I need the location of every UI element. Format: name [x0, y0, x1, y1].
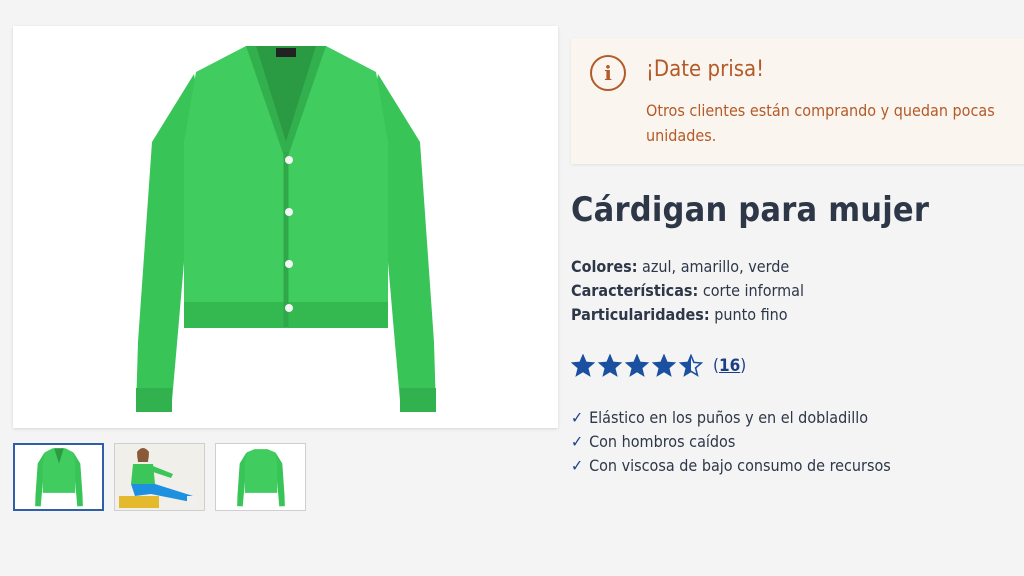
star-full-icon: [598, 354, 622, 377]
green-cardigan-illustration: [135, 46, 436, 412]
feature-text: Con viscosa de bajo consumo de recursos: [589, 456, 891, 475]
check-icon: ✓: [571, 408, 584, 427]
product-title: Cárdigan para mujer: [571, 190, 930, 230]
rating-stars: [571, 354, 703, 378]
star-full-icon: [571, 354, 595, 377]
spec-label: Características:: [571, 281, 699, 300]
thumbnail-back[interactable]: [215, 443, 306, 511]
spec-value: punto fino: [714, 305, 788, 324]
green-cardigan-thumbnail-icon: [34, 448, 83, 507]
feature-item: ✓ Con hombros caídos: [571, 430, 891, 454]
feature-list: ✓ Elástico en los puños y en el dobladill…: [571, 406, 891, 478]
feature-item: ✓ Elástico en los puños y en el dobladill…: [571, 406, 891, 430]
star-half-icon: [679, 354, 703, 377]
thumbnail-strip: [13, 443, 306, 511]
thumbnail-model[interactable]: [114, 443, 205, 511]
spec-particularities: Particularidades: punto fino: [571, 303, 804, 327]
green-cardigan-back-icon: [236, 449, 285, 507]
model-wearing-cardigan-icon: [115, 444, 204, 510]
spec-value: azul, amarillo, verde: [642, 257, 790, 276]
main-product-image[interactable]: [13, 26, 558, 428]
star-full-icon: [652, 354, 676, 377]
product-rating: (16): [571, 354, 746, 378]
star-full-icon: [625, 354, 649, 377]
feature-text: Con hombros caídos: [589, 432, 736, 451]
alert-title: ¡Date prisa!: [646, 57, 765, 82]
info-icon: i: [590, 55, 626, 91]
product-specs: Colores: azul, amarillo, verde Caracterí…: [571, 255, 804, 327]
check-icon: ✓: [571, 456, 584, 475]
spec-label: Colores:: [571, 257, 638, 276]
alert-text: Otros clientes están comprando y quedan …: [646, 101, 995, 145]
spec-colors: Colores: azul, amarillo, verde: [571, 255, 804, 279]
thumbnail-front[interactable]: [13, 443, 104, 511]
review-count-link[interactable]: (16): [713, 356, 746, 376]
review-count: 16: [718, 356, 741, 376]
check-icon: ✓: [571, 432, 584, 451]
feature-item: ✓ Con viscosa de bajo consumo de recursos: [571, 454, 891, 478]
spec-features: Características: corte informal: [571, 279, 804, 303]
feature-text: Elástico en los puños y en el dobladillo: [589, 408, 869, 427]
low-stock-alert: i ¡Date prisa! Otros clientes están comp…: [571, 38, 1024, 164]
spec-value: corte informal: [702, 281, 804, 300]
spec-label: Particularidades:: [571, 305, 710, 324]
